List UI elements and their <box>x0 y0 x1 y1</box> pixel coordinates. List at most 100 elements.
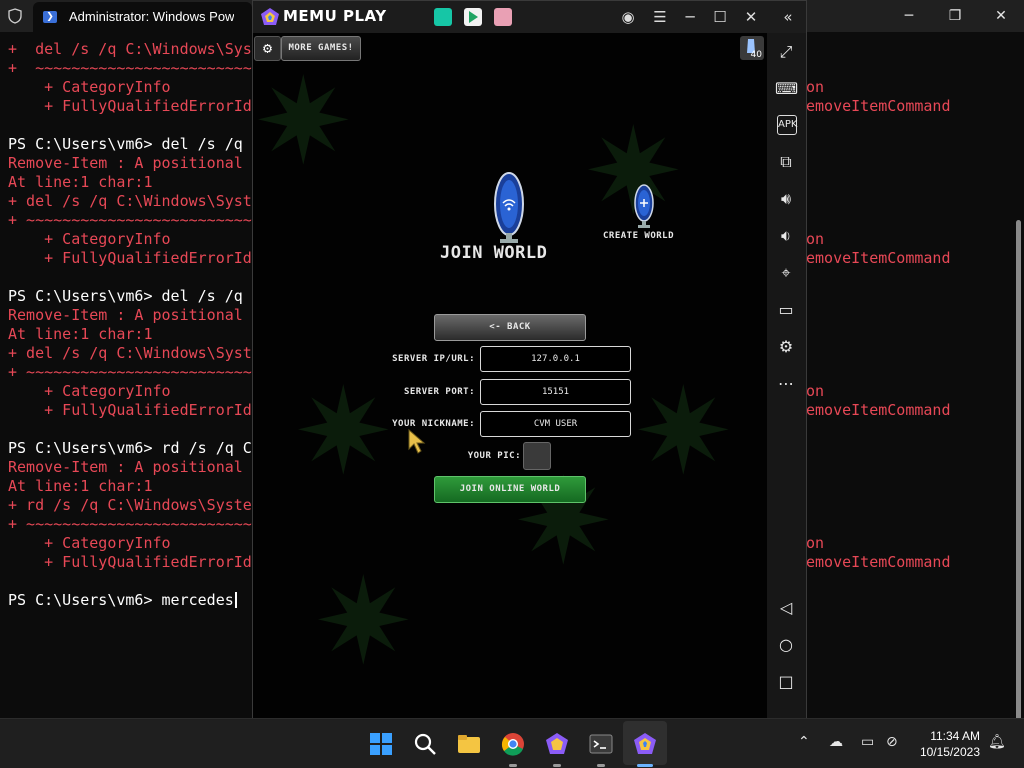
join-world-label[interactable]: JOIN WORLD <box>440 243 547 263</box>
terminal-line-fragment: on <box>806 382 825 400</box>
terminal-line: Remove-Item : A positional <box>8 306 243 324</box>
background-leaf-icon: ✷ <box>313 553 414 692</box>
terminal-line: + ~~~~~~~~~~~~~~~~~~~~~~~~~~ <box>8 59 270 77</box>
folder-icon[interactable]: ▭ <box>775 299 797 321</box>
terminal-line-fragment: emoveItemCommand <box>806 401 951 419</box>
back-nav-icon[interactable]: ◁ <box>775 597 797 619</box>
terminal-line: + ~~~~~~~~~~~~~~~~~~~~~~~~~~ <box>8 363 261 381</box>
more-games-button[interactable]: MORE GAMES! <box>281 36 361 61</box>
back-button[interactable]: <- BACK <box>434 314 586 341</box>
volume-down-icon[interactable]: 🔉︎ <box>775 225 797 247</box>
terminal-line: + del /s /q C:\Windows\Syst <box>8 344 252 362</box>
terminal-line: + FullyQualifiedErrorId <box>8 249 252 267</box>
terminal-line: At line:1 char:1 <box>8 325 153 343</box>
terminal-line: PS C:\Users\vm6> mercedes <box>8 591 237 610</box>
terminal-line: + ~~~~~~~~~~~~~~~~~~~~~~~~~~ <box>8 515 261 533</box>
nickname-label: YOUR NICKNAME: <box>392 419 475 429</box>
terminal-line: PS C:\Users\vm6> del /s /q <box>8 135 252 153</box>
join-world-portal-icon[interactable] <box>493 171 525 246</box>
tab-title: Administrator: Windows PowerShell <box>69 9 234 24</box>
maximize-button[interactable]: ☐ <box>705 1 735 33</box>
volume-up-icon[interactable]: 🔊︎ <box>775 188 797 210</box>
background-leaf-icon: ✷ <box>293 363 394 502</box>
join-online-world-button[interactable]: JOIN ONLINE WORLD <box>434 476 586 503</box>
chrome-icon[interactable] <box>501 732 525 756</box>
terminal-line: + ~~~~~~~~~~~~~~~~~~~~~~~~~~ <box>8 211 261 229</box>
terminal-line-fragment: emoveItemCommand <box>806 97 951 115</box>
avatar-picker[interactable] <box>523 442 551 470</box>
display-icon[interactable]: ▭ <box>861 734 874 750</box>
powershell-icon: ❯ <box>43 11 57 23</box>
menu-icon[interactable]: ☰ <box>645 1 675 33</box>
memu-play-icon[interactable] <box>633 732 657 756</box>
terminal-line: + del /s /q C:\Windows\Syst <box>8 192 252 210</box>
keyboard-icon[interactable]: ⌨ <box>775 78 798 100</box>
gear-icon: ⚙ <box>262 39 273 57</box>
scrollbar[interactable] <box>1016 220 1021 736</box>
clock-time[interactable]: 11:34 AM <box>930 729 980 743</box>
terminal-line: At line:1 char:1 <box>8 173 153 191</box>
terminal-line: + FullyQualifiedErrorId <box>8 97 252 115</box>
network-icon[interactable]: ⊘ <box>886 734 898 750</box>
maximize-button[interactable]: ❐ <box>932 0 978 32</box>
app-icon-gamecenter[interactable] <box>434 8 452 26</box>
terminal-line-fragment: emoveItemCommand <box>806 249 951 267</box>
active-indicator <box>637 764 653 767</box>
background-leaf-icon: ✷ <box>253 53 354 192</box>
recents-nav-icon[interactable]: □ <box>775 671 797 693</box>
text-cursor <box>234 592 237 608</box>
minimize-button[interactable]: ─ <box>675 1 705 33</box>
background-leaf-icon: ✷ <box>513 453 614 592</box>
search-icon[interactable] <box>413 732 437 756</box>
home-nav-icon[interactable]: ○ <box>775 634 797 656</box>
server-ip-label: SERVER IP/URL: <box>392 354 475 364</box>
game-app-icon[interactable] <box>494 8 512 26</box>
terminal-line: + CategoryInfo <box>8 382 171 400</box>
fullscreen-icon[interactable]: ⤢ <box>775 41 797 63</box>
minimize-button[interactable]: ─ <box>886 0 932 32</box>
create-world-portal-icon[interactable] <box>633 183 655 229</box>
chevron-up-icon[interactable]: ⌃ <box>798 734 810 750</box>
memu-multi-icon[interactable] <box>545 732 569 756</box>
taskbar: ⌃ ☁ ▭ ⊘ 11:34 AM 10/15/2023 🔔︎ <box>0 718 1024 768</box>
server-ip-field[interactable]: 127.0.0.1 <box>480 346 631 372</box>
nickname-field[interactable]: CVM USER <box>480 411 631 437</box>
terminal-line-fragment: on <box>806 78 825 96</box>
level-badge: 40 <box>740 36 764 60</box>
terminal-line: Remove-Item : A positional <box>8 154 243 172</box>
background-leaf-icon: ✷ <box>633 363 734 502</box>
terminal-line: + FullyQualifiedErrorId <box>8 401 252 419</box>
server-port-field[interactable]: 15151 <box>480 379 631 405</box>
tab-powershell[interactable]: ❯ Administrator: Windows PowerShell <box>33 2 252 32</box>
clock-date[interactable]: 10/15/2023 <box>920 745 980 759</box>
terminal-line: + FullyQualifiedErrorId <box>8 553 252 571</box>
multi-window-icon[interactable]: ⧉ <box>775 151 797 173</box>
terminal-line-fragment: emoveItemCommand <box>806 553 951 571</box>
terminal-icon[interactable] <box>589 732 613 756</box>
running-indicator <box>597 764 605 767</box>
play-store-icon[interactable] <box>464 8 482 26</box>
terminal-line: Remove-Item : A positional <box>8 458 243 476</box>
terminal-line: + CategoryInfo <box>8 78 171 96</box>
collapse-sidebar-icon[interactable]: « <box>773 1 803 33</box>
server-port-label: SERVER PORT: <box>403 387 475 397</box>
terminal-line: + CategoryInfo <box>8 230 171 248</box>
file-explorer-icon[interactable] <box>457 732 481 756</box>
game-screen[interactable]: ✷ ✷ ✷ ✷ ✷ ✷ ⚙ MORE GAMES! 40 JOIN WORLD <box>253 33 767 718</box>
create-world-label[interactable]: CREATE WORLD <box>603 231 674 241</box>
weather-icon[interactable]: ☁ <box>829 734 843 750</box>
gear-icon[interactable]: ⚙ <box>775 336 797 358</box>
close-button[interactable]: ✕ <box>736 1 766 33</box>
notification-bell-icon[interactable]: 🔔︎ <box>988 734 1006 750</box>
account-icon[interactable]: ◉ <box>613 1 643 33</box>
more-icon[interactable]: ⋯ <box>775 373 797 395</box>
running-indicator <box>553 764 561 767</box>
shield-icon <box>8 8 22 24</box>
settings-button[interactable]: ⚙ <box>254 36 281 61</box>
memu-window: MEMU PLAY ◉ ☰ ─ ☐ ✕ « ✷ ✷ ✷ ✷ ✷ ✷ ⚙ MORE… <box>252 0 807 718</box>
location-icon[interactable]: ⌖ <box>775 262 797 284</box>
windows-start-icon[interactable] <box>369 732 393 756</box>
terminal-line: + del /s /q C:\Windows\Syst <box>8 40 261 58</box>
close-button[interactable]: ✕ <box>978 0 1024 32</box>
apk-icon[interactable]: APK <box>777 115 797 135</box>
